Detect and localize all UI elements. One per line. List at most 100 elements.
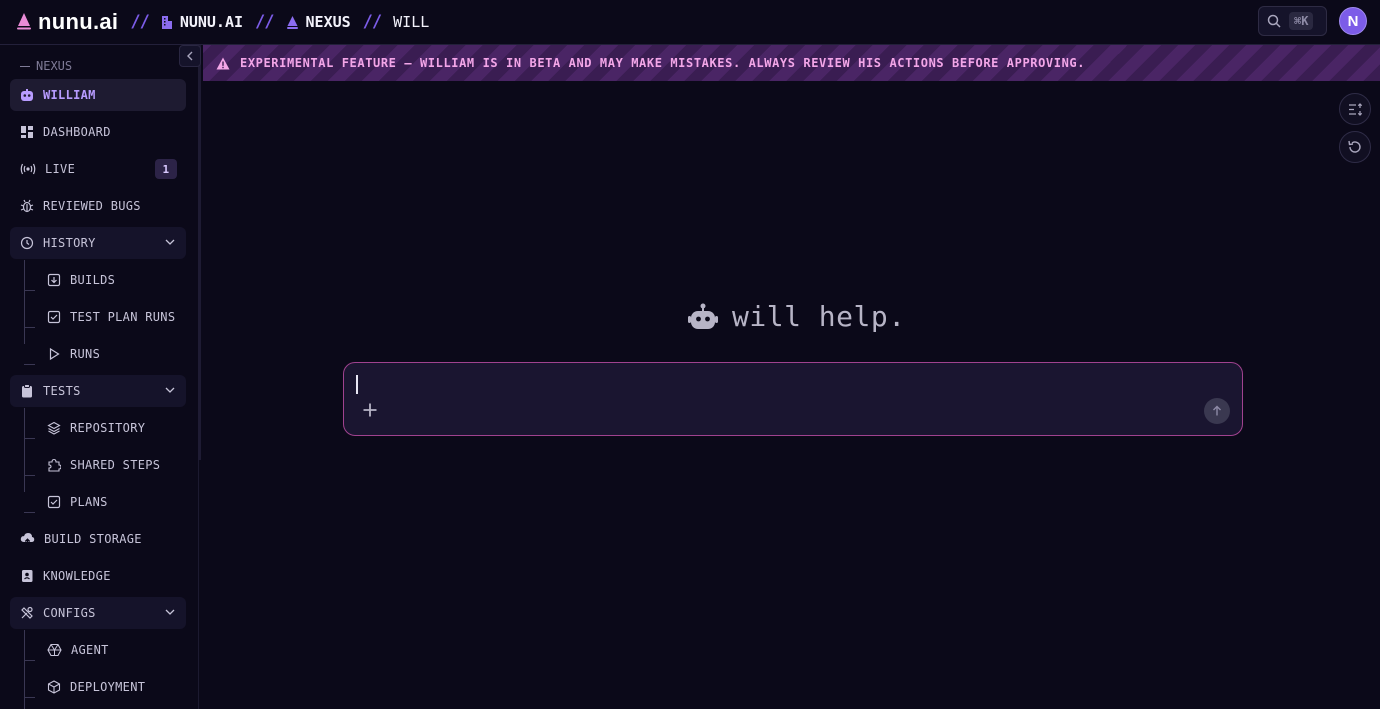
sidebar-item-label: AGENT bbox=[71, 643, 109, 657]
tree-line bbox=[24, 260, 25, 344]
tree-branch bbox=[24, 290, 35, 291]
dash-icon bbox=[20, 65, 30, 67]
sidebar-item-test-plan-runs[interactable]: TEST PLAN RUNS bbox=[47, 301, 175, 333]
tree-line bbox=[24, 408, 25, 492]
welcome-hero: will help. bbox=[688, 300, 906, 333]
history-icon bbox=[20, 236, 34, 250]
agent-icon bbox=[47, 643, 62, 657]
sail-icon bbox=[286, 15, 298, 29]
sidebar-item-label: WILLIAM bbox=[43, 88, 96, 102]
sidebar-item-label: REVIEWED BUGS bbox=[43, 199, 141, 213]
sidebar-item-runs[interactable]: RUNS bbox=[47, 338, 100, 370]
sidebar-item-label: DEPLOYMENT bbox=[70, 680, 146, 694]
breadcrumb-label: WILL bbox=[393, 13, 430, 31]
layers-icon bbox=[47, 421, 61, 435]
breadcrumb-label: NUNU.AI bbox=[179, 13, 244, 31]
tree-branch bbox=[24, 512, 35, 513]
sidebar-item-repository[interactable]: REPOSITORY bbox=[47, 412, 145, 444]
search-icon bbox=[1267, 14, 1281, 28]
building-icon bbox=[161, 15, 172, 29]
puzzle-icon bbox=[48, 458, 61, 472]
chevron-down-icon bbox=[165, 387, 175, 393]
checkbox-icon bbox=[47, 310, 61, 324]
breadcrumb-nunu[interactable]: NUNU.AI bbox=[161, 13, 243, 31]
sort-list-icon bbox=[1348, 102, 1362, 116]
sidebar-item-label: KNOWLEDGE bbox=[43, 569, 111, 583]
sidebar-group-tests[interactable]: TESTS bbox=[10, 375, 186, 407]
experimental-warning-banner: EXPERIMENTAL FEATURE — WILLIAM IS IN BET… bbox=[203, 45, 1380, 81]
breadcrumb-separator: // bbox=[362, 12, 383, 32]
attach-button[interactable] bbox=[360, 400, 380, 420]
bug-icon bbox=[20, 199, 34, 213]
sidebar-group-history[interactable]: HISTORY bbox=[10, 227, 186, 259]
collapse-sidebar-button[interactable] bbox=[179, 45, 201, 67]
checkbox-icon bbox=[47, 495, 61, 509]
sidebar-item-shared-steps[interactable]: SHARED STEPS bbox=[47, 449, 160, 481]
breadcrumb-separator: // bbox=[130, 12, 150, 32]
chevron-left-icon bbox=[187, 51, 193, 61]
sidebar-item-reviewed-bugs[interactable]: REVIEWED BUGS bbox=[10, 190, 186, 222]
sidebar-item-william[interactable]: WILLIAM bbox=[10, 79, 186, 111]
sidebar-item-builds[interactable]: BUILDS bbox=[47, 264, 115, 296]
breadcrumb-nexus[interactable]: NEXUS bbox=[286, 13, 351, 31]
sidebar-item-label: RUNS bbox=[70, 347, 101, 361]
search-shortcut: ⌘K bbox=[1289, 12, 1314, 30]
sidebar-item-label: TESTS bbox=[43, 384, 81, 398]
breadcrumb-separator: // bbox=[255, 12, 275, 32]
plus-icon bbox=[363, 403, 377, 417]
sidebar-item-label: CONFIGS bbox=[43, 606, 96, 620]
message-input[interactable] bbox=[358, 373, 1198, 395]
logo-text: nunu.ai bbox=[38, 9, 119, 34]
sidebar-item-label: TEST PLAN RUNS bbox=[70, 310, 176, 324]
sidebar-item-label: HISTORY bbox=[43, 236, 96, 250]
tree-branch bbox=[24, 697, 35, 698]
sail-logo-icon bbox=[17, 13, 31, 30]
tree-branch bbox=[24, 327, 35, 328]
robot-icon bbox=[688, 303, 718, 329]
tree-branch bbox=[24, 438, 35, 439]
breadcrumb-will[interactable]: WILL bbox=[393, 13, 429, 31]
tools-icon bbox=[21, 606, 33, 619]
sidebar-item-label: DASHBOARD bbox=[43, 125, 111, 139]
sidebar-item-dashboard[interactable]: DASHBOARD bbox=[10, 116, 186, 148]
sidebar-section-label: NEXUS bbox=[20, 59, 72, 73]
sort-list-button[interactable] bbox=[1339, 93, 1371, 125]
sidebar-item-label: REPOSITORY bbox=[70, 421, 146, 435]
sidebar-item-label: BUILDS bbox=[70, 273, 116, 287]
sidebar-item-build-storage[interactable]: BUILD STORAGE bbox=[10, 523, 186, 555]
hero-text: will help. bbox=[732, 300, 906, 333]
tree-branch bbox=[24, 475, 35, 476]
play-icon bbox=[49, 347, 60, 361]
chat-composer bbox=[343, 362, 1243, 436]
sidebar-group-configs[interactable]: CONFIGS bbox=[10, 597, 186, 629]
clipboard-icon bbox=[22, 384, 32, 398]
chevron-down-icon bbox=[165, 239, 175, 245]
sidebar-item-plans[interactable]: PLANS bbox=[47, 486, 108, 518]
sidebar-item-knowledge[interactable]: KNOWLEDGE bbox=[10, 560, 186, 592]
search-button[interactable]: ⌘K bbox=[1258, 6, 1327, 36]
sidebar-item-label: SHARED STEPS bbox=[70, 458, 161, 472]
user-avatar[interactable]: N bbox=[1339, 7, 1367, 35]
tree-branch bbox=[24, 660, 35, 661]
live-count-badge: 1 bbox=[155, 159, 177, 179]
arrow-up-icon bbox=[1213, 405, 1221, 416]
book-icon bbox=[22, 570, 33, 582]
breadcrumb-label: NEXUS bbox=[305, 13, 351, 31]
sidebar-item-live[interactable]: LIVE 1 bbox=[10, 153, 186, 185]
box-icon bbox=[47, 680, 61, 694]
refresh-icon bbox=[1348, 140, 1361, 153]
top-bar: nunu.ai // NUNU.AI // NEXUS // WILL ⌘K N bbox=[0, 0, 1380, 45]
sidebar-item-label: BUILD STORAGE bbox=[44, 532, 142, 546]
robot-icon bbox=[21, 88, 33, 101]
logo[interactable]: nunu.ai bbox=[16, 9, 118, 35]
tree-branch bbox=[24, 364, 35, 365]
sidebar-item-deployment[interactable]: DEPLOYMENT bbox=[47, 671, 145, 703]
broadcast-icon bbox=[20, 163, 36, 175]
sidebar-item-agent[interactable]: AGENT bbox=[47, 634, 109, 666]
topbar-actions: ⌘K N bbox=[1258, 6, 1367, 36]
sidebar-scrollbar[interactable] bbox=[198, 45, 201, 460]
chevron-down-icon bbox=[165, 609, 175, 615]
reset-button[interactable] bbox=[1339, 131, 1371, 163]
send-button[interactable] bbox=[1204, 398, 1230, 424]
package-download-icon bbox=[47, 273, 61, 287]
